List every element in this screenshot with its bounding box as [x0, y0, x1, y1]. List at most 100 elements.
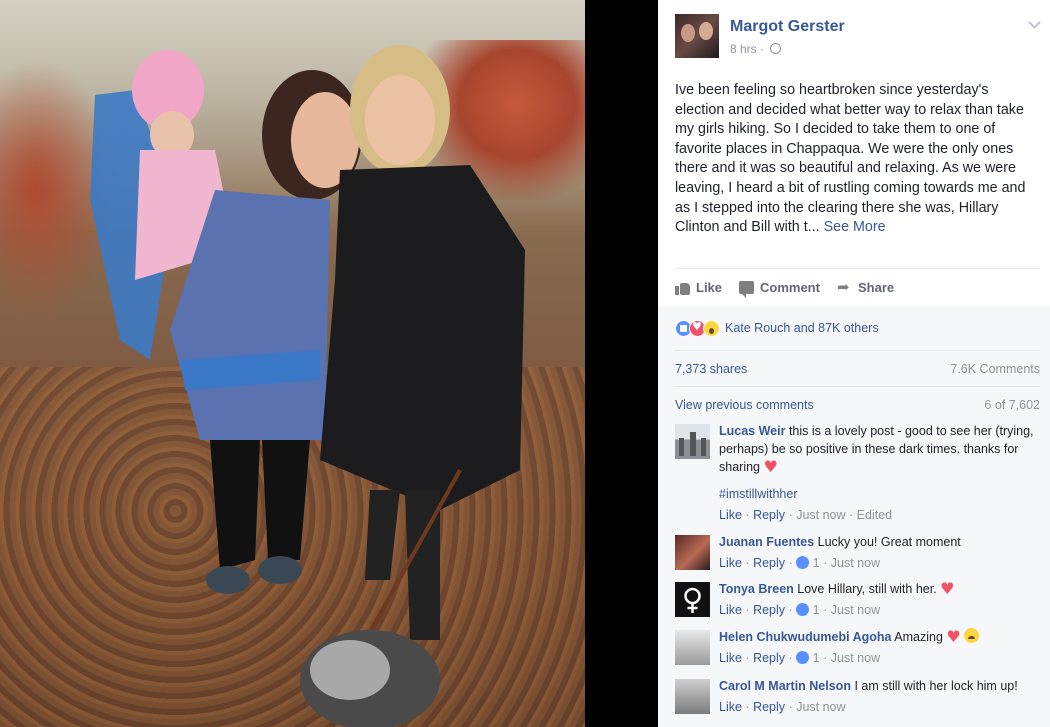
like-count-icon — [796, 651, 810, 664]
comment-like-link[interactable]: Like — [719, 508, 742, 522]
post-actions: Like Comment Share — [675, 278, 1040, 302]
comment-body: Carol M Martin Nelson I am still with he… — [719, 677, 1040, 716]
wow-icon — [703, 319, 720, 337]
comment-time[interactable]: Just now — [831, 556, 880, 570]
avatar[interactable] — [675, 424, 710, 459]
comment-like-link[interactable]: Like — [719, 651, 742, 665]
comment-body: Helen Chukwudumebi Agoha Amazing ♥ Like … — [719, 628, 1040, 667]
separator: · — [823, 651, 828, 665]
comment-body: Juanan Fuentes Lucky you! Great moment L… — [719, 533, 1040, 572]
post-photo[interactable] — [0, 0, 585, 727]
post-panel: Margot Gerster 8 hrs · Ive been feeling … — [658, 0, 1050, 727]
like-button[interactable]: Like — [675, 280, 722, 295]
hashtag-link[interactable]: #imstillwithher — [719, 485, 1040, 503]
separator: · — [823, 556, 828, 570]
chevron-down-icon[interactable] — [1028, 16, 1041, 29]
see-more-link[interactable]: See More — [824, 219, 886, 235]
post-time[interactable]: 8 hrs — [730, 42, 757, 56]
comment-time[interactable]: Just now — [831, 651, 880, 665]
post-meta: 8 hrs · — [730, 42, 782, 56]
separator: · — [823, 603, 828, 617]
comment-body: Tonya Breen Love Hillary, still with her… — [719, 580, 1040, 619]
comment-body: Lucas Weir this is a lovely post - good … — [719, 422, 1040, 524]
separator: · — [788, 508, 793, 522]
divider — [675, 350, 1040, 351]
comment-reply-link[interactable]: Reply — [753, 700, 785, 714]
avatar[interactable] — [675, 630, 710, 665]
like-count-icon — [796, 603, 810, 616]
author-name[interactable]: Margot Gerster — [730, 18, 845, 36]
avatar[interactable] — [675, 679, 710, 714]
comment-time[interactable]: Just now — [831, 603, 880, 617]
comment-text: Amazing — [894, 630, 943, 644]
comment-page-count: 6 of 7,602 — [984, 398, 1040, 412]
separator: · — [745, 556, 750, 570]
comment-like-link[interactable]: Like — [719, 556, 742, 570]
comment-button[interactable]: Comment — [739, 280, 820, 298]
post-body: Ive been feeling so heartbroken since ye… — [675, 82, 1026, 236]
like-count-icon — [796, 556, 810, 569]
comment-icon — [739, 281, 754, 298]
like-count[interactable]: 1 — [813, 556, 820, 570]
heart-icon: ♥ — [763, 457, 778, 476]
separator: · — [745, 508, 750, 522]
view-previous-comments: View previous comments 6 of 7,602 — [675, 398, 1040, 412]
comment-actions: Like · Reply · Just now · Edited — [719, 506, 1040, 524]
comments-count[interactable]: 7.6K Comments — [950, 362, 1040, 376]
sad-emoji-icon — [964, 628, 980, 643]
avatar[interactable] — [675, 535, 710, 570]
post-text: Ive been feeling so heartbroken since ye… — [675, 81, 1040, 238]
like-count[interactable]: 1 — [813, 603, 820, 617]
commenter-name[interactable]: Tonya Breen — [719, 582, 794, 596]
comment-actions: Like · Reply · 1 · Just now — [719, 649, 1040, 667]
comment-actions: Like · Reply · Just now — [719, 698, 1040, 716]
share-button[interactable]: Share — [837, 278, 895, 296]
separator: · — [745, 603, 750, 617]
comment-text: I am still with her lock him up! — [854, 679, 1018, 693]
avatar[interactable] — [675, 582, 710, 617]
heart-icon: ♥ — [946, 627, 961, 646]
shares-count[interactable]: 7,373 shares — [675, 362, 747, 376]
photo-people — [90, 45, 525, 727]
post-header: Margot Gerster 8 hrs · — [675, 14, 1045, 58]
comment-like-link[interactable]: Like — [719, 700, 742, 714]
divider — [675, 386, 1040, 387]
commenter-name[interactable]: Lucas Weir — [719, 424, 785, 438]
separator: · — [745, 651, 750, 665]
comment-actions: Like · Reply · 1 · Just now — [719, 554, 1040, 572]
reactions-summary[interactable]: Kate Rouch and 87K others — [675, 318, 879, 338]
edited-label[interactable]: Edited — [857, 508, 892, 522]
reactions-text[interactable]: Kate Rouch and 87K others — [725, 321, 879, 335]
commenter-name[interactable]: Carol M Martin Nelson — [719, 679, 851, 693]
comment-reply-link[interactable]: Reply — [753, 556, 785, 570]
avatar[interactable] — [675, 14, 719, 58]
comment-label: Comment — [760, 280, 820, 295]
share-label: Share — [858, 280, 895, 295]
separator: · — [788, 556, 793, 570]
separator: · — [849, 508, 854, 522]
view-previous-link[interactable]: View previous comments — [675, 398, 814, 412]
separator: · — [788, 700, 793, 714]
comment-time[interactable]: Just now — [796, 508, 845, 522]
heart-icon: ♥ — [940, 579, 955, 598]
like-label: Like — [696, 280, 723, 295]
divider — [675, 268, 1040, 269]
commenter-name[interactable]: Helen Chukwudumebi Agoha — [719, 630, 891, 644]
separator: · — [788, 603, 793, 617]
globe-icon[interactable] — [770, 43, 782, 54]
comment-text: Lucky you! Great moment — [817, 535, 961, 549]
comment-actions: Like · Reply · 1 · Just now — [719, 601, 1040, 619]
share-icon — [837, 278, 852, 296]
comment-reply-link[interactable]: Reply — [753, 603, 785, 617]
comment-text: Love Hillary, still with her. — [797, 582, 937, 596]
comment-like-link[interactable]: Like — [719, 603, 742, 617]
comment-reply-link[interactable]: Reply — [753, 651, 785, 665]
commenter-name[interactable]: Juanan Fuentes — [719, 535, 814, 549]
separator: · — [745, 700, 750, 714]
meta-separator: · — [760, 42, 765, 56]
like-count[interactable]: 1 — [813, 651, 820, 665]
comment-time[interactable]: Just now — [796, 700, 845, 714]
like-icon — [675, 281, 690, 295]
gutter — [585, 0, 658, 727]
comment-reply-link[interactable]: Reply — [753, 508, 785, 522]
